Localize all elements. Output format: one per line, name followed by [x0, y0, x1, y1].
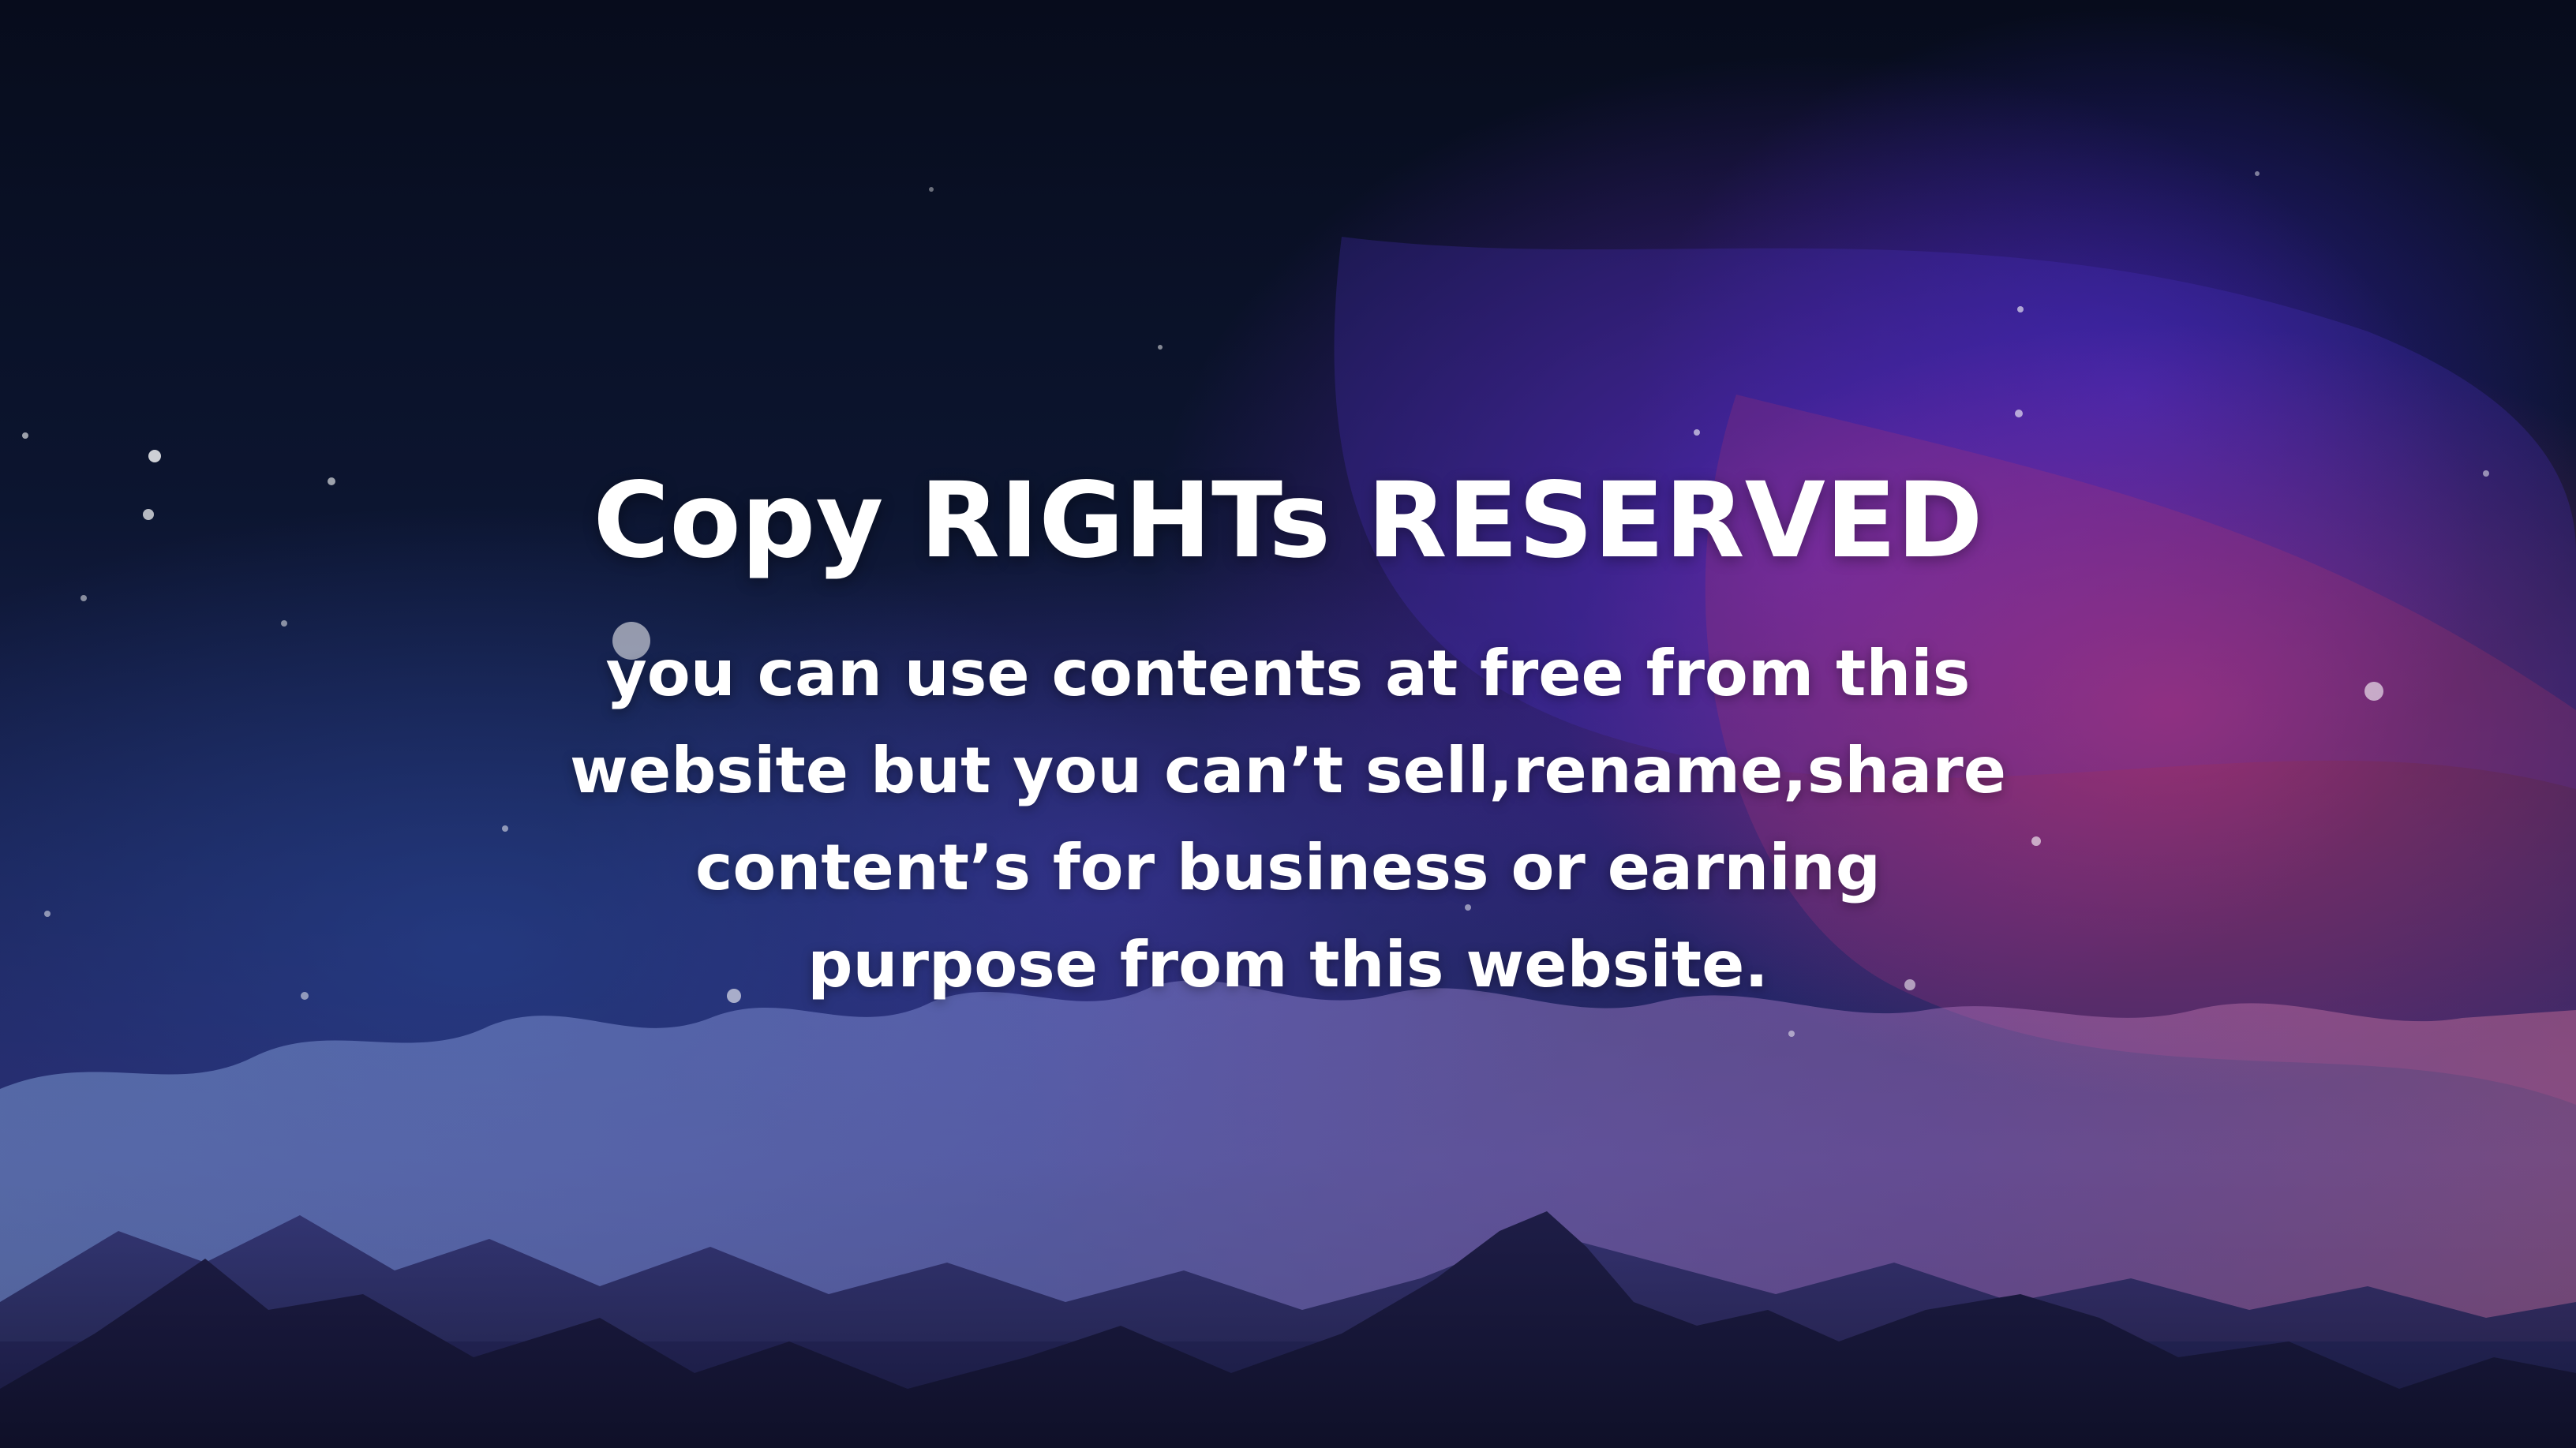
- notice-content: Copy RIGHTs RESERVED you can use content…: [499, 442, 2077, 1013]
- notice-body: you can use contents at free from this w…: [570, 637, 2006, 1001]
- notice-title: Copy RIGHTs RESERVED: [593, 460, 1983, 582]
- copyright-notice-card: Copy RIGHTs RESERVED you can use content…: [0, 0, 2576, 1448]
